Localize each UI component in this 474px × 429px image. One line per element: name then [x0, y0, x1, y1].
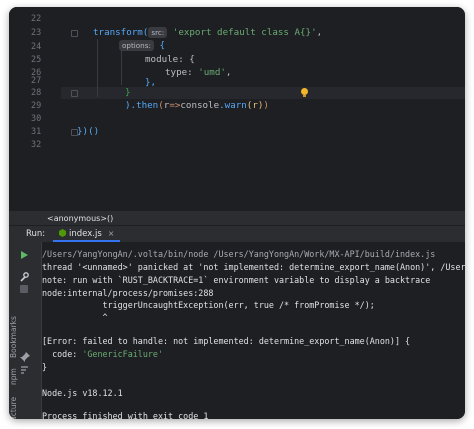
identifier: console — [180, 100, 220, 111]
code-line-27[interactable]: }, — [145, 77, 156, 89]
string-literal: 'export default class A{}' — [172, 27, 317, 38]
punctuation: : — [187, 67, 199, 78]
lightbulb-icon[interactable] — [301, 88, 308, 97]
code-key: code: — [42, 349, 83, 359]
code-line-25[interactable]: module: { — [145, 54, 195, 66]
code-editor[interactable]: 22 23 24 25 26 27 28 29 30 31 32 transfo… — [9, 7, 465, 210]
punctuation: , — [316, 27, 323, 38]
line-number: 31 — [31, 127, 42, 137]
parameter-hint: options: — [119, 40, 154, 51]
console-line: triggerUncaughtException(err, true /* fr… — [42, 300, 375, 310]
punctuation: ) — [263, 100, 269, 111]
console-line: ^ — [42, 312, 108, 322]
object-key: type — [165, 67, 188, 78]
run-panel-header: Run: index.js × — [9, 225, 465, 243]
console-line: Process finished with exit code 1 — [42, 411, 209, 419]
punctuation: }, — [145, 77, 157, 88]
run-tab-index-js[interactable]: index.js × — [53, 226, 121, 242]
console-line: node:internal/process/promises:288 — [42, 288, 214, 298]
code-line-31[interactable]: })() — [77, 126, 99, 138]
wrap-icon[interactable] — [20, 360, 30, 374]
breadcrumb-item[interactable]: <anonymous>() — [47, 214, 113, 223]
run-toolbar: Bookmarks npm ucture — [9, 242, 42, 419]
matched-brace: } — [125, 87, 131, 98]
stop-icon[interactable] — [20, 285, 30, 295]
fold-marker-icon[interactable] — [71, 30, 78, 37]
pin-icon[interactable] — [20, 347, 30, 362]
line-number: 23 — [31, 28, 42, 38]
console-line: [Error: failed to handle: not implemente… — [42, 336, 411, 346]
argument: (r) — [246, 100, 264, 111]
line-number: 29 — [31, 101, 42, 111]
run-icon[interactable] — [21, 251, 31, 261]
close-icon[interactable]: × — [108, 229, 115, 238]
wrench-icon[interactable] — [19, 267, 29, 282]
line-number: 28 — [31, 88, 42, 98]
punctuation: { — [159, 40, 165, 51]
indent-guide — [121, 51, 122, 85]
arrow-operator: => — [169, 100, 181, 111]
console-line: note: run with `RUST_BACKTRACE=1` enviro… — [42, 275, 431, 285]
method-call: .then — [130, 100, 159, 111]
code-line-24[interactable]: options: { — [119, 40, 165, 52]
fold-marker-icon[interactable] — [71, 90, 78, 97]
code-value: 'GenericFailure' — [82, 349, 164, 359]
punctuation: })() — [77, 126, 100, 137]
parameter-hint: src: — [148, 27, 168, 38]
ide-window: 22 23 24 25 26 27 28 29 30 31 32 transfo… — [9, 7, 465, 419]
indent-guide — [97, 39, 98, 97]
line-number: 25 — [31, 55, 42, 65]
punctuation: , — [225, 67, 232, 78]
object-key: module — [145, 54, 179, 65]
method-call: .warn — [219, 100, 247, 111]
code-line-28[interactable]: } — [125, 87, 131, 99]
punctuation: : { — [178, 54, 195, 65]
console-line: } — [42, 362, 48, 372]
line-number: 32 — [31, 140, 42, 150]
run-tab-label: index.js — [69, 229, 102, 239]
code-line-26[interactable]: type: 'umd', — [165, 67, 231, 79]
structure-tool-window[interactable]: ucture — [9, 397, 23, 419]
code-line-23[interactable]: transform(src: 'export default class A{}… — [93, 27, 322, 39]
line-number: 22 — [31, 14, 42, 24]
console-line: code: 'GenericFailure' — [42, 348, 163, 360]
console-line: thread '<unnamed>' panicked at 'not impl… — [42, 262, 465, 272]
run-label: Run: — [26, 229, 46, 239]
string-literal: 'umd' — [198, 67, 226, 78]
console-line: /Users/YangYongAn/.volta/bin/node /Users… — [42, 249, 436, 259]
line-number: 30 — [31, 114, 42, 124]
console-line: Node.js v18.12.1 — [42, 388, 123, 398]
breadcrumb[interactable]: <anonymous>() — [9, 210, 465, 225]
line-number-gutter[interactable]: 22 23 24 25 26 27 28 29 30 31 32 — [9, 7, 61, 210]
line-number: 27 — [31, 76, 42, 86]
function-call: transform( — [93, 27, 149, 38]
code-line-29[interactable]: ).then(r=>console.warn(r)) — [125, 100, 269, 112]
console-output[interactable]: /Users/YangYongAn/.volta/bin/node /Users… — [42, 242, 465, 419]
line-number: 24 — [31, 42, 42, 52]
node-js-icon — [59, 229, 66, 237]
